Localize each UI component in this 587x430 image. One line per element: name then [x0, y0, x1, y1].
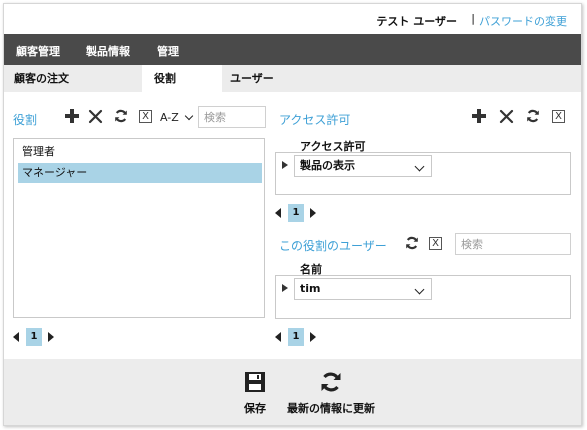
permissions-pager: 1 [275, 204, 325, 222]
page-number[interactable]: 1 [288, 328, 304, 346]
expand-row-icon[interactable] [282, 284, 288, 292]
top-bar: テスト ユーザー | パスワードの変更 [4, 4, 581, 34]
refresh-users-icon[interactable] [405, 236, 419, 250]
prev-page-icon[interactable] [13, 332, 19, 342]
tab-customer-orders[interactable]: 顧客の注文 [4, 65, 142, 92]
prev-page-icon[interactable] [275, 208, 281, 218]
table-row[interactable]: tim [278, 278, 568, 300]
clear-filter-icon[interactable]: X [139, 110, 152, 123]
next-page-icon[interactable] [310, 208, 316, 218]
permission-value: 製品の表示 [300, 159, 355, 172]
remove-permission-icon[interactable] [499, 109, 514, 124]
roles-pager: 1 [13, 328, 63, 346]
user-select[interactable]: tim [294, 278, 432, 300]
permission-select[interactable]: 製品の表示 [294, 155, 432, 177]
table-row[interactable]: 製品の表示 [278, 155, 568, 177]
sub-tabs: 顧客の注文 役割 ユーザー [4, 65, 581, 92]
sort-label: A-Z [160, 111, 179, 124]
list-item[interactable]: 管理者 [18, 142, 262, 162]
tab-users[interactable]: ユーザー [222, 65, 302, 92]
next-page-icon[interactable] [48, 332, 54, 342]
prev-page-icon[interactable] [275, 332, 281, 342]
main-nav: 顧客管理 製品情報 管理 [4, 34, 581, 65]
refresh-icon[interactable] [114, 109, 128, 123]
user-value: tim [300, 282, 321, 295]
tab-roles[interactable]: 役割 [142, 65, 222, 92]
app-window: テスト ユーザー | パスワードの変更 顧客管理 製品情報 管理 顧客の注文 役… [3, 3, 582, 426]
clear-permissions-icon[interactable]: X [552, 110, 565, 123]
sort-dropdown[interactable]: A-Z [160, 111, 194, 124]
header-separator: | [471, 12, 475, 25]
expand-row-icon[interactable] [282, 161, 288, 169]
nav-product-info[interactable]: 製品情報 [86, 43, 130, 59]
users-grid: tim [275, 275, 571, 319]
chevron-down-icon [185, 111, 194, 121]
content-area: 役割 X A-Z 管理者 マネージャー 1 アクセス許可 [4, 92, 581, 359]
chevron-down-icon [414, 284, 425, 295]
roles-title: 役割 [13, 113, 38, 127]
refresh-large-icon [283, 371, 379, 393]
next-page-icon[interactable] [310, 332, 316, 342]
nav-admin[interactable]: 管理 [157, 43, 179, 59]
save-button[interactable]: 保存 [240, 371, 270, 416]
users-pager: 1 [275, 328, 325, 346]
page-number[interactable]: 1 [26, 328, 42, 346]
page-number[interactable]: 1 [288, 204, 304, 222]
save-label: 保存 [244, 402, 266, 415]
bottom-toolbar: 保存 最新の情報に更新 [4, 359, 581, 425]
permissions-grid: 製品の表示 [275, 152, 571, 195]
add-permission-icon[interactable] [471, 108, 487, 124]
delete-icon[interactable] [88, 109, 103, 124]
add-icon[interactable] [64, 108, 80, 124]
chevron-down-icon [414, 161, 425, 172]
roles-search-input[interactable] [198, 106, 266, 128]
permissions-title: アクセス許可 [279, 113, 351, 127]
refresh-button[interactable]: 最新の情報に更新 [283, 371, 379, 416]
nav-customer-management[interactable]: 顧客管理 [16, 43, 60, 59]
change-password-link[interactable]: パスワードの変更 [479, 13, 567, 29]
refresh-permissions-icon[interactable] [526, 109, 540, 123]
roles-list: 管理者 マネージャー [13, 138, 265, 318]
list-item-selected[interactable]: マネージャー [18, 163, 262, 183]
refresh-label: 最新の情報に更新 [287, 402, 375, 415]
role-users-title: この役割のユーザー [279, 239, 387, 253]
current-user-name: テスト ユーザー [376, 15, 457, 28]
users-search-input[interactable] [455, 233, 571, 255]
clear-users-filter-icon[interactable]: X [429, 237, 442, 250]
save-icon [240, 371, 270, 393]
